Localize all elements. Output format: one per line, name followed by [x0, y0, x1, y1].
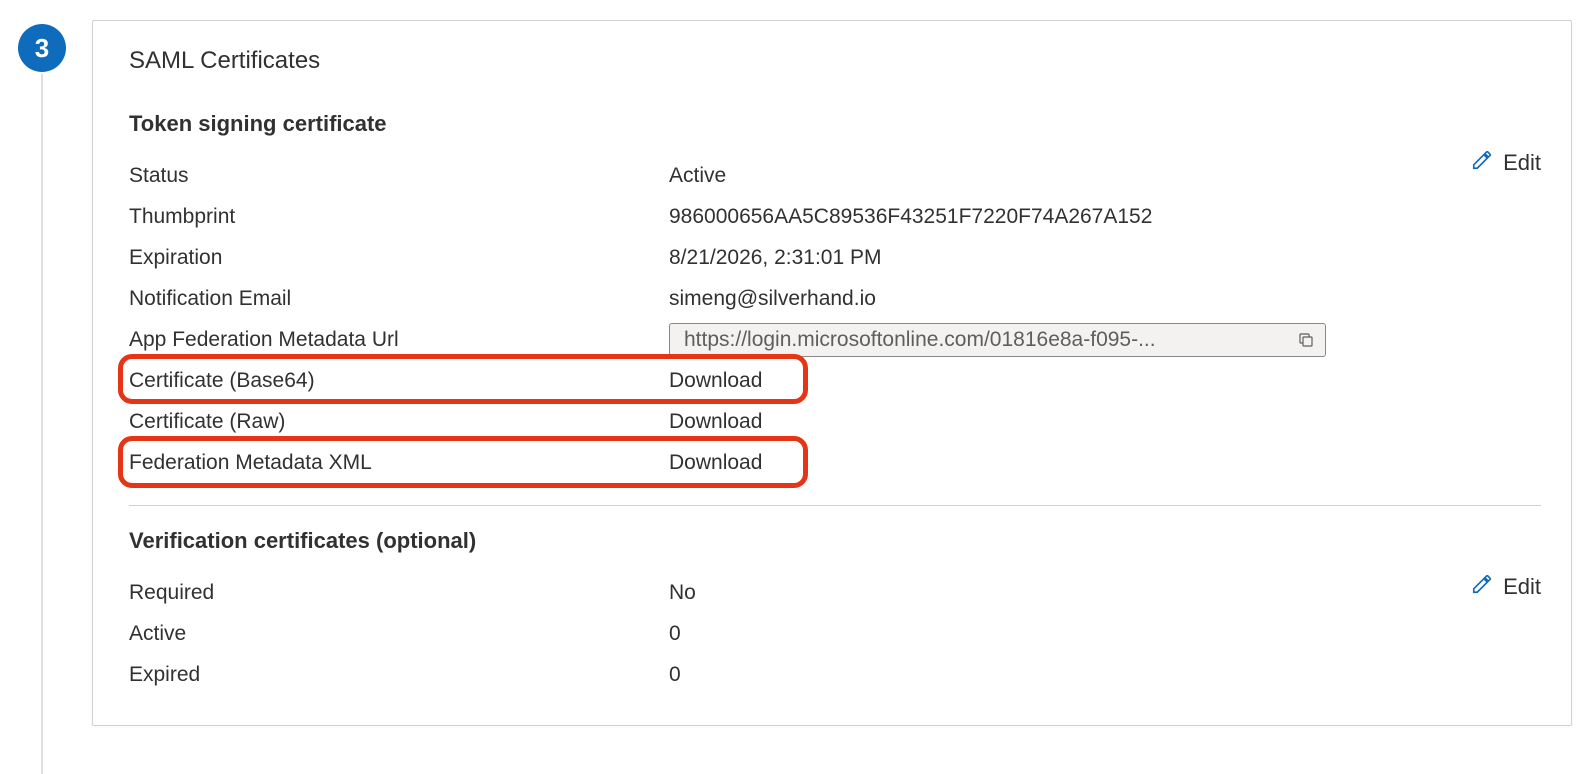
row-cert-raw: Certificate (Raw) Download: [129, 401, 1541, 442]
expiration-label: Expiration: [129, 246, 669, 270]
row-fed-metadata-xml: Federation Metadata XML Download: [129, 442, 1541, 483]
required-value: No: [669, 581, 696, 605]
required-label: Required: [129, 581, 669, 605]
thumbprint-label: Thumbprint: [129, 205, 669, 229]
fed-metadata-xml-download-link[interactable]: Download: [669, 451, 762, 475]
section-divider: [129, 505, 1541, 506]
edit-verification-button[interactable]: Edit: [1471, 573, 1541, 601]
expiration-value: 8/21/2026, 2:31:01 PM: [669, 246, 882, 270]
row-notification-email: Notification Email simeng@silverhand.io: [129, 278, 1541, 319]
edit-token-signing-button[interactable]: Edit: [1471, 149, 1541, 177]
fed-metadata-xml-label: Federation Metadata XML: [129, 451, 669, 475]
step-number: 3: [35, 33, 49, 64]
step-connector-line: [41, 74, 43, 774]
copy-icon[interactable]: [1297, 331, 1315, 349]
expired-label: Expired: [129, 663, 669, 687]
metadata-url-label: App Federation Metadata Url: [129, 328, 669, 352]
notification-email-label: Notification Email: [129, 287, 669, 311]
row-required: Required No: [129, 572, 1541, 613]
row-expired: Expired 0: [129, 654, 1541, 695]
pencil-icon: [1471, 573, 1493, 601]
status-value: Active: [669, 164, 726, 188]
token-signing-title: Token signing certificate: [129, 111, 1541, 137]
expired-value: 0: [669, 663, 681, 687]
metadata-url-box[interactable]: https://login.microsoftonline.com/01816e…: [669, 323, 1326, 357]
row-expiration: Expiration 8/21/2026, 2:31:01 PM: [129, 237, 1541, 278]
card-title: SAML Certificates: [129, 47, 1541, 75]
cert-raw-label: Certificate (Raw): [129, 410, 669, 434]
row-status: Status Active: [129, 155, 1541, 196]
active-label: Active: [129, 622, 669, 646]
cert-raw-download-link[interactable]: Download: [669, 410, 762, 434]
active-value: 0: [669, 622, 681, 646]
edit-label: Edit: [1503, 574, 1541, 600]
row-metadata-url: App Federation Metadata Url https://logi…: [129, 319, 1541, 360]
saml-certificates-card: SAML Certificates Edit Token signing cer…: [92, 20, 1572, 726]
step-number-badge: 3: [18, 24, 66, 72]
pencil-icon: [1471, 149, 1493, 177]
cert-base64-download-link[interactable]: Download: [669, 369, 762, 393]
notification-email-value: simeng@silverhand.io: [669, 287, 876, 311]
row-active: Active 0: [129, 613, 1541, 654]
cert-base64-label: Certificate (Base64): [129, 369, 669, 393]
thumbprint-value: 986000656AA5C89536F43251F7220F74A267A152: [669, 205, 1152, 229]
metadata-url-value: https://login.microsoftonline.com/01816e…: [684, 328, 1283, 352]
edit-label: Edit: [1503, 150, 1541, 176]
row-cert-base64: Certificate (Base64) Download: [129, 360, 1541, 401]
verification-title: Verification certificates (optional): [129, 528, 1541, 554]
status-label: Status: [129, 164, 669, 188]
row-thumbprint: Thumbprint 986000656AA5C89536F43251F7220…: [129, 196, 1541, 237]
